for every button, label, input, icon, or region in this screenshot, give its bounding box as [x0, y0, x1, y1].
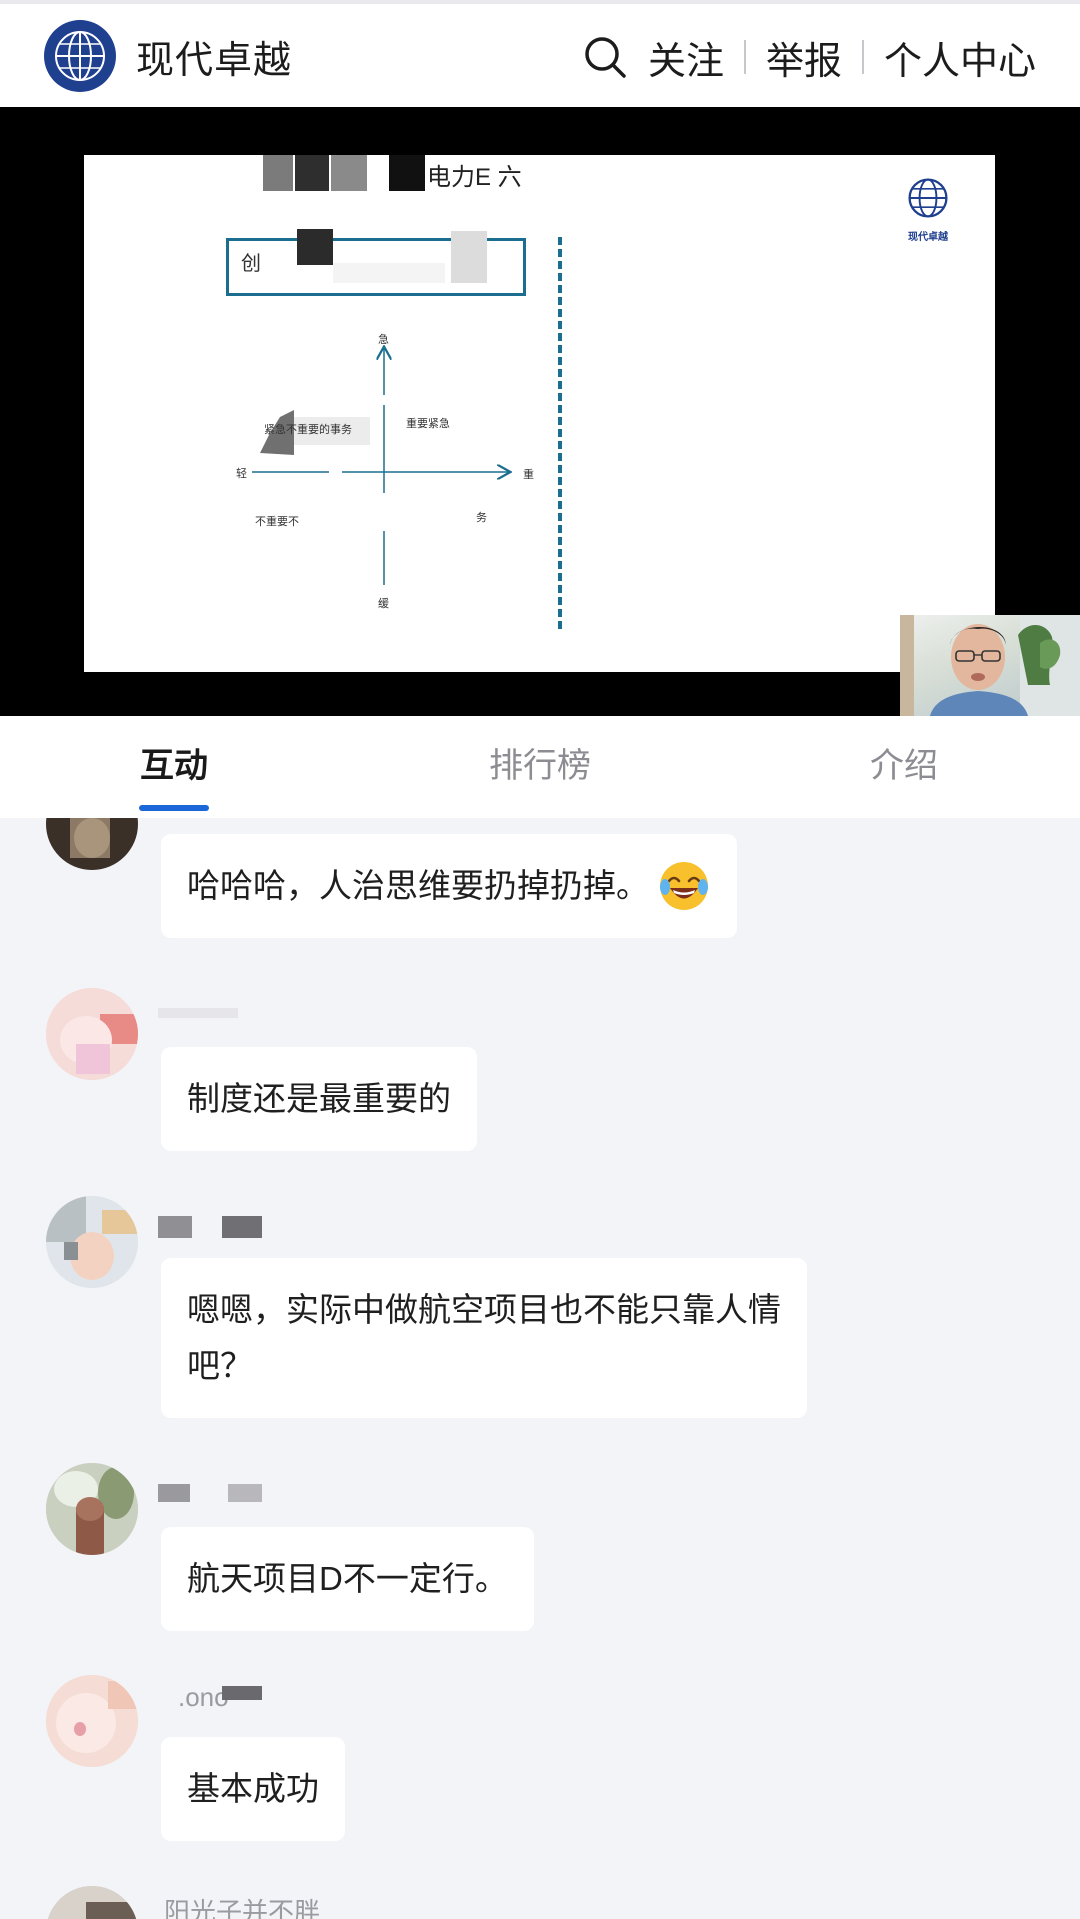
comment-text: 基本成功 [187, 1770, 319, 1807]
axis-right-label: 重 [523, 469, 534, 481]
presenter-camera-pip[interactable] [900, 615, 1080, 716]
quadrant-top-right: 重要紧急 [406, 418, 450, 430]
brand-name: 现代卓越 [136, 39, 293, 82]
quadrant-top-left: 紧急不重要的事务 [264, 424, 352, 436]
comment-bubble: 哈哈哈，人治思维要扔掉扔掉。 [161, 834, 737, 938]
tab-introduction[interactable]: 介绍 [870, 738, 938, 787]
brand[interactable]: 现代卓越 [44, 20, 292, 92]
axis-top-label: 急 [378, 334, 389, 346]
comment-bubble: 航天项目D不一定行。 [161, 1527, 534, 1631]
blur-block [158, 1484, 190, 1502]
comment-bubble: 制度还是最重要的 [161, 1047, 477, 1151]
comment-username: .ono [158, 1682, 268, 1722]
blur-block [228, 1484, 262, 1502]
search-icon[interactable] [582, 34, 628, 80]
axis-left-label: 轻 [236, 468, 247, 480]
presentation-slide: 电力E 六 创 现代卓越 急 缓 轻 重 紧急不重要的事务 重要紧急 不重要不 … [84, 155, 995, 672]
comment-text-line: 吧？ [187, 1347, 253, 1384]
avatar[interactable] [46, 988, 138, 1080]
comment-text: 哈哈哈，人治思维要扔掉扔掉。 [187, 867, 649, 904]
priority-quadrant-diagram [252, 155, 995, 585]
blur-block [158, 1008, 238, 1018]
top-header: 现代卓越 关注 举报 个人中心 [0, 0, 1080, 107]
blur-block [158, 1216, 192, 1238]
quadrant-bottom-left: 不重要不 [255, 516, 299, 528]
tab-bar: 互动 排行榜 介绍 [0, 716, 1080, 818]
blur-block [222, 1686, 262, 1700]
report-button[interactable]: 举报 [766, 30, 842, 85]
header-nav: 关注 举报 个人中心 [582, 28, 1036, 86]
blur-block [222, 1216, 262, 1238]
quadrant-bottom-right: 务 [476, 512, 487, 524]
axis-bottom-label: 缓 [378, 598, 389, 610]
live-video-player[interactable]: 电力E 六 创 现代卓越 急 缓 轻 重 紧急不重要的事务 重要紧急 不重要不 … [0, 107, 1080, 716]
avatar[interactable] [46, 818, 138, 870]
tab-leaderboard[interactable]: 排行榜 [489, 738, 591, 787]
comment-username [158, 1004, 238, 1044]
username-text: 阳光子并不胖 [164, 1897, 321, 1919]
tab-interaction[interactable]: 互动 [140, 738, 208, 787]
avatar[interactable] [46, 1886, 138, 1919]
follow-button[interactable]: 关注 [648, 30, 724, 85]
globe-logo-icon [44, 20, 116, 92]
comment-text: 制度还是最重要的 [187, 1080, 451, 1117]
nav-divider [861, 40, 864, 74]
active-tab-indicator [139, 805, 209, 811]
comment-bubble: 基本成功 [161, 1737, 345, 1841]
comment-bubble: 嗯嗯，实际中做航空项目也不能只靠人情 吧？ [161, 1258, 807, 1418]
comment-username [158, 1204, 262, 1244]
nav-divider [743, 40, 746, 74]
avatar[interactable] [46, 1463, 138, 1555]
comment-text-line: 嗯嗯，实际中做航空项目也不能只靠人情 [187, 1291, 781, 1328]
profile-button[interactable]: 个人中心 [884, 30, 1036, 85]
laughing-emoji-icon [660, 862, 708, 910]
avatar[interactable] [46, 1675, 138, 1767]
comment-username: 阳光子并不胖 [158, 1892, 358, 1919]
presenter-image [900, 615, 1080, 716]
comment-list[interactable]: 哈哈哈，人治思维要扔掉扔掉。 制度还是最重要的 嗯嗯，实际中做航空项目也不能只靠… [0, 818, 1080, 1919]
comment-text: 航天项目D不一定行。 [187, 1560, 508, 1597]
comment-username [158, 1472, 262, 1512]
avatar[interactable] [46, 1196, 138, 1288]
